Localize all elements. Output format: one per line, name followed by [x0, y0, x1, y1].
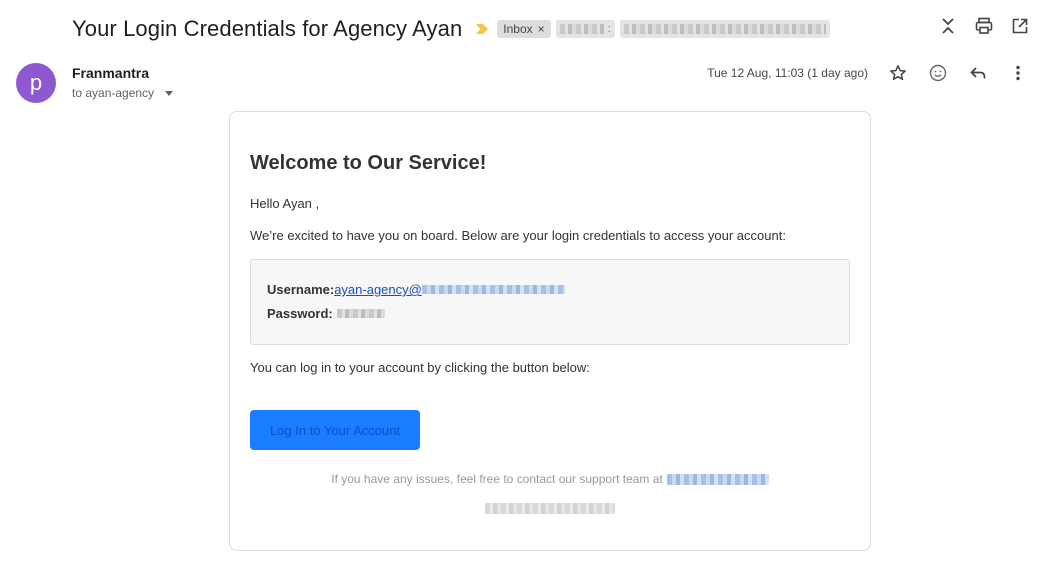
star-icon[interactable] [888, 63, 908, 83]
email-subject: Your Login Credentials for Agency Ayan [72, 16, 463, 41]
recipient-line[interactable]: to ayan-agency [72, 86, 174, 100]
login-prompt-text: You can log in to your account by clicki… [250, 360, 590, 375]
message-actions [888, 63, 1028, 83]
password-line: Password: [267, 306, 385, 321]
collapse-all-icon[interactable] [938, 16, 958, 36]
redacted-text [559, 24, 604, 34]
username-line: Username: ayan-agency@ [267, 282, 565, 297]
label-important-icon[interactable] [475, 23, 489, 35]
sender-name[interactable]: Franmantra [72, 65, 149, 81]
redacted-text [421, 285, 565, 294]
credentials-box: Username: ayan-agency@ Password: [250, 259, 850, 345]
chevron-down-icon[interactable] [165, 91, 174, 96]
support-line: If you have any issues, feel free to con… [230, 472, 870, 486]
label-chip-redacted[interactable]: : [555, 20, 615, 38]
subject-row: Your Login Credentials for Agency Ayan I… [72, 12, 830, 46]
login-button[interactable]: Log In to Your Account [250, 410, 420, 450]
support-text: If you have any issues, feel free to con… [331, 472, 663, 486]
recipient-text: to ayan-agency [72, 86, 155, 100]
username-link[interactable]: ayan-agency@ [334, 282, 565, 297]
remove-label-icon[interactable]: × [538, 20, 545, 38]
greeting-text: Hello Ayan , [250, 196, 320, 211]
open-in-new-window-icon[interactable] [1010, 16, 1030, 36]
label-chip-redacted-2[interactable] [619, 20, 830, 38]
redacted-text [623, 24, 826, 34]
inbox-label-chip[interactable]: Inbox × [497, 20, 551, 38]
intro-text: We’re excited to have you on board. Belo… [250, 228, 786, 243]
avatar[interactable]: p [16, 63, 56, 103]
email-heading: Welcome to Our Service! [250, 152, 487, 174]
support-email-link[interactable] [666, 473, 769, 485]
footer-line [230, 503, 870, 514]
inbox-label: Inbox [503, 22, 533, 36]
emoji-reaction-icon[interactable] [928, 63, 948, 83]
redacted-text [485, 503, 615, 514]
redacted-text [336, 309, 385, 318]
username-label: Username: [267, 282, 335, 297]
print-icon[interactable] [974, 16, 994, 36]
password-label: Password: [267, 306, 333, 321]
more-vert-icon[interactable] [1008, 63, 1028, 83]
username-value: ayan-agency@ [334, 282, 422, 297]
thread-actions [938, 16, 1030, 36]
label-separator: : [607, 23, 611, 35]
email-body: Welcome to Our Service! Hello Ayan , We’… [229, 111, 871, 551]
email-date: Tue 12 Aug, 11:03 (1 day ago) [707, 66, 868, 80]
reply-icon[interactable] [968, 63, 988, 83]
